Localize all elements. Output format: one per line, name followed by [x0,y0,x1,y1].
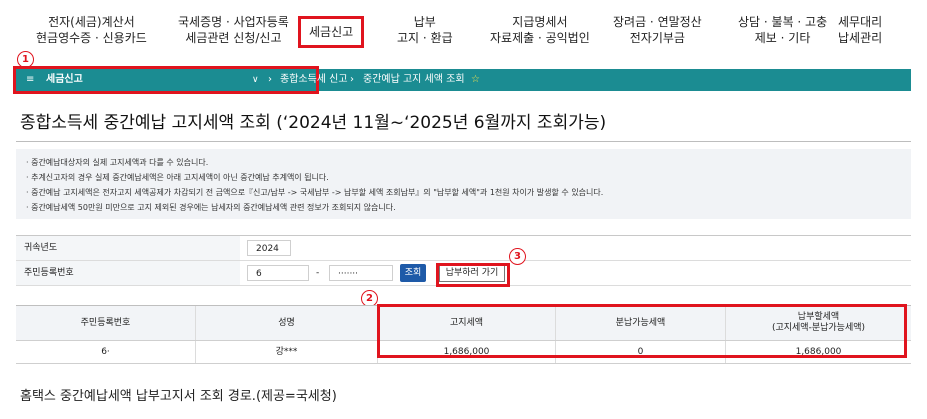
year-label: 귀속년도 [16,236,240,260]
nav-item-payment-statement[interactable]: 지급명세서 자료제출 · 공익법인 [490,14,590,46]
rrn-label: 주민등록번호 [16,261,240,285]
title-divider [16,141,911,142]
star-icon[interactable]: ☆ [471,73,480,87]
menu-icon[interactable]: ≡ [26,73,34,87]
breadcrumb-section[interactable]: 세금신고 [46,73,83,87]
nav-item-certificates[interactable]: 국세증명 · 사업자등록 세금관련 신청/신고 [178,14,289,46]
nav-item-e-invoice[interactable]: 전자(세금)계산서 현금영수증 · 신용카드 [36,14,147,46]
highlight-box-2 [377,304,907,358]
breadcrumb-bar: ≡ 세금신고 ∨ › 종합소득세 신고 › 중간예납 고지 세액 조회 ☆ [13,66,911,94]
notice-line: · 중간예납 고지세액은 전자고지 세액공제가 차감되기 전 금액으로『신고/납… [26,188,604,197]
column-header-rrn: 주민등록번호 [16,306,196,340]
page-title: 종합소득세 중간예납 고지세액 조회 (‘2024년 11월~‘2025년 6월… [20,113,607,133]
rrn-dash: - [316,268,320,278]
breadcrumb-item-interim[interactable]: 중간예납 고지 세액 조회 [363,73,465,87]
top-navigation: 전자(세금)계산서 현금영수증 · 신용카드 국세증명 · 사업자등록 세금관련… [0,0,927,64]
chevron-right-icon: › [268,74,272,85]
search-button[interactable]: 조회 [400,264,426,282]
column-header-name: 성명 [196,306,378,340]
notice-line: · 추계신고자의 경우 실제 중간예납세액은 아래 고지세액이 아닌 중간예납 … [26,173,329,182]
chevron-right-icon: › [350,74,354,85]
rrn-back-input[interactable]: ······· [329,265,393,281]
nav-item-payment[interactable]: 납부 고지 · 환급 [397,14,453,46]
year-select[interactable]: 2024 [247,240,291,256]
step-marker-3: 3 [509,248,526,265]
chevron-down-icon[interactable]: ∨ [252,73,259,87]
nav-item-tax-agent[interactable]: 세무대리 납세관리 [838,14,882,46]
rrn-front-input[interactable]: 6 [247,265,309,281]
breadcrumb-item-income-tax[interactable]: 종합소득세 신고 [280,73,348,87]
highlight-box-3 [436,263,510,287]
cell-rrn: 6· [16,341,196,363]
cell-name: 강*** [196,341,378,363]
notice-line: · 중간예납세액 50만원 미만으로 고지 제외된 경우에는 납세자의 중간예납… [26,203,396,212]
nav-item-tax-filing[interactable]: 세금신고 [298,16,365,48]
form-row-year: 귀속년도 2024 [16,236,911,261]
nav-item-consulting[interactable]: 상담 · 불복 · 고충 제보 · 기타 [738,14,827,46]
nav-item-incentive[interactable]: 장려금 · 연말정산 전자기부금 [613,14,702,46]
image-caption: 홈택스 중간예납세액 납부고지서 조회 경로.(제공=국세청) [20,389,337,404]
notice-line: · 중간예납대상자의 실제 고지세액과 다를 수 있습니다. [26,158,209,167]
notice-box: · 중간예납대상자의 실제 고지세액과 다를 수 있습니다. · 추계신고자의 … [16,149,911,219]
